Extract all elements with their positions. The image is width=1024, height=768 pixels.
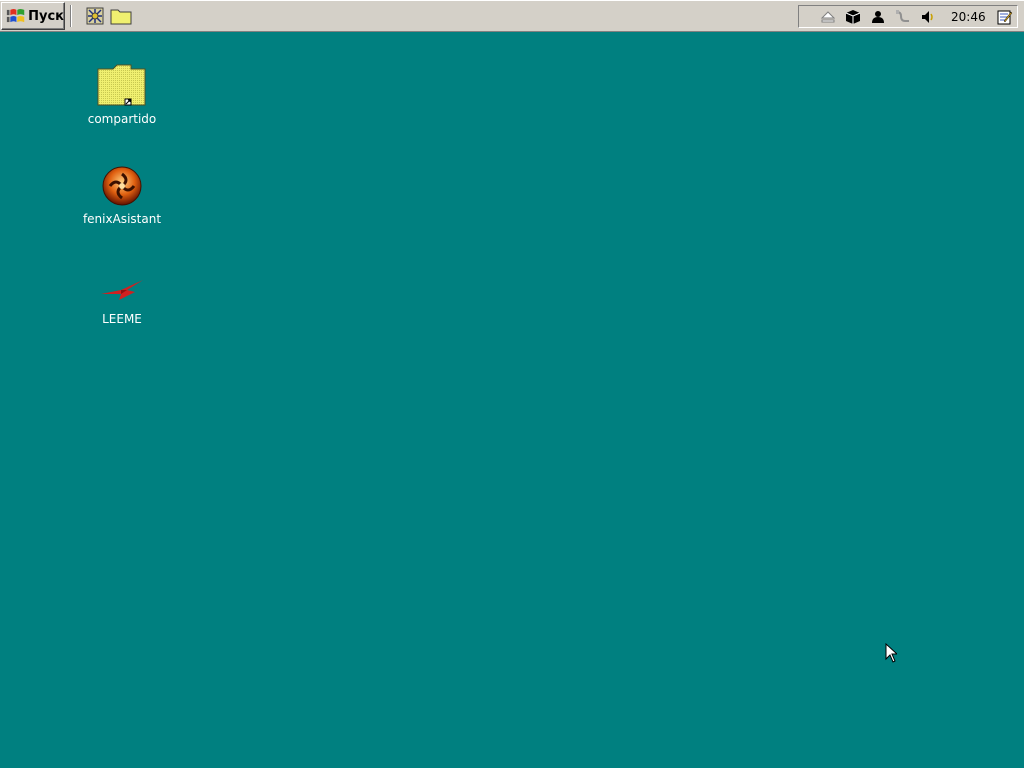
eject-icon [821, 10, 835, 22]
desktop-icon-compartido[interactable]: compartido [72, 58, 172, 126]
start-label: Пуск [28, 8, 64, 24]
mouse-cursor-icon [885, 643, 897, 663]
desktop-icon-label: LEEME [102, 312, 142, 326]
start-button[interactable]: Пуск [1, 2, 65, 30]
quick-launch-network[interactable] [84, 5, 106, 27]
quick-launch-folder[interactable] [110, 5, 132, 27]
quick-launch-bar [84, 5, 132, 27]
system-tray: 20:46 [798, 5, 1018, 28]
shared-folder-icon [97, 64, 146, 106]
box-icon [845, 9, 861, 24]
volume-icon [922, 10, 933, 23]
tray-box[interactable] [844, 8, 862, 26]
desktop-icon-leeme[interactable]: LEEME [72, 258, 172, 326]
user-icon [872, 10, 884, 23]
taskbar: Пуск 20:46 [0, 0, 1024, 32]
folder-icon [110, 9, 132, 25]
fenix-icon [102, 166, 142, 206]
windows-logo-icon [6, 9, 25, 23]
taskbar-divider [70, 5, 72, 27]
desktop-icon-fenixasistant[interactable]: fenixAsistant [72, 158, 172, 226]
tray-user[interactable] [869, 8, 887, 26]
network-icon [86, 7, 104, 25]
network-cable-icon [896, 9, 909, 22]
tray-volume[interactable] [919, 8, 937, 26]
tray-eject[interactable] [819, 8, 837, 26]
tray-notepad[interactable] [996, 8, 1014, 26]
tray-network[interactable] [894, 8, 912, 26]
desktop-icon-label: compartido [87, 112, 157, 126]
readme-icon [101, 280, 143, 300]
desktop-icon-label: fenixAsistant [82, 212, 162, 226]
notepad-icon [997, 10, 1012, 24]
clock[interactable]: 20:46 [951, 10, 986, 24]
